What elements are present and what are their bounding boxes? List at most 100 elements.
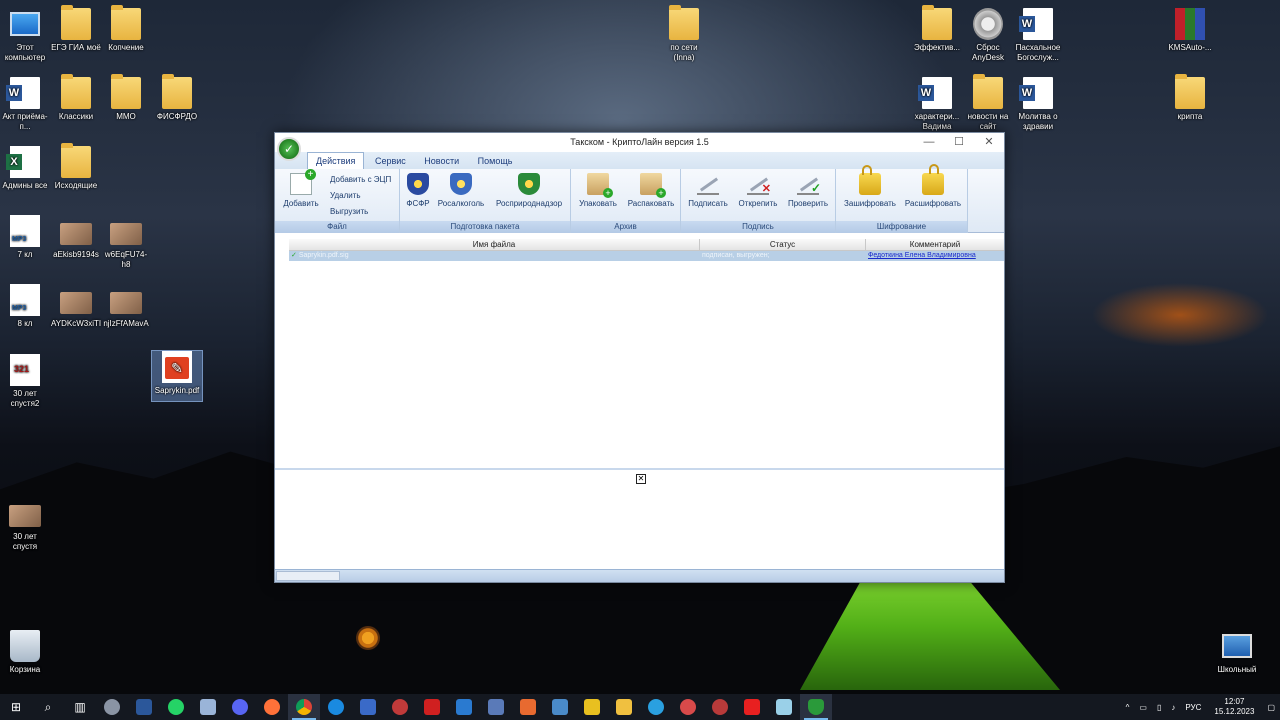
notifications-icon[interactable]: ▢ xyxy=(1267,703,1275,712)
desktop-icon-excel[interactable]: Админы все xyxy=(0,146,50,191)
desktop-icon-folder[interactable]: крипта xyxy=(1165,74,1215,122)
battery-icon[interactable]: ▯ xyxy=(1157,703,1161,712)
desktop-icon-folder[interactable]: Эффектив... xyxy=(912,5,962,53)
taskbar-app[interactable] xyxy=(480,694,512,720)
maximize-button[interactable]: ☐ xyxy=(944,133,974,152)
cell-comment-link[interactable]: Федоткина Елена Владимировна xyxy=(866,251,1004,261)
desktop-icon-image[interactable]: w6EqFU74-h8 xyxy=(101,215,151,270)
desktop-icon-word[interactable]: Пасхальное Богослуж... xyxy=(1013,8,1063,63)
desktop-icon-folder[interactable]: ФИСФРДО xyxy=(152,74,202,122)
taskbar-app[interactable] xyxy=(192,694,224,720)
desktop-icon-this-pc[interactable]: Этот компьютер xyxy=(0,8,50,63)
search-button[interactable]: ⌕ xyxy=(32,694,64,720)
taskbar-firefox[interactable] xyxy=(256,694,288,720)
taskbar-app[interactable] xyxy=(704,694,736,720)
desktop-icon-image[interactable]: AYDKcW3xiTI xyxy=(51,284,101,329)
desktop-icon-video[interactable]: 30 лет спустя2 xyxy=(0,354,50,409)
video-file-icon xyxy=(10,354,40,386)
network-icon[interactable]: ▭ xyxy=(1139,703,1147,712)
desktop-icon-folder[interactable]: ЕГЭ ГИА моё xyxy=(51,5,101,53)
unpack-button[interactable]: Распаковать xyxy=(625,173,677,208)
tab-actions[interactable]: Действия xyxy=(307,152,365,169)
desktop-icon-recycle-bin[interactable]: Корзина xyxy=(0,630,50,675)
column-header-status[interactable]: Статус xyxy=(700,239,866,250)
encrypt-button[interactable]: Зашифровать xyxy=(840,165,900,208)
close-button[interactable]: ✕ xyxy=(974,133,1004,152)
delete-button[interactable]: Удалить xyxy=(330,191,361,200)
desktop-icon-word[interactable]: Акт приёма-п... xyxy=(0,77,50,132)
start-button[interactable]: ⊞ xyxy=(0,694,32,720)
taskbar-save[interactable] xyxy=(352,694,384,720)
taskbar-app[interactable] xyxy=(384,694,416,720)
taskbar-whatsapp[interactable] xyxy=(160,694,192,720)
tab-news[interactable]: Новости xyxy=(416,153,467,170)
windows-logo-icon: ⊞ xyxy=(10,700,22,714)
firefox-icon xyxy=(264,699,280,715)
minimize-button[interactable]: — xyxy=(914,133,944,152)
taskbar-app[interactable] xyxy=(544,694,576,720)
fsfr-button[interactable]: ФСФР xyxy=(404,173,432,208)
desktop-icon-saprykin-pdf[interactable]: Saprykin.pdf xyxy=(151,350,203,402)
taskbar-app[interactable] xyxy=(768,694,800,720)
desktop-icon-word[interactable]: характери... Вадима xyxy=(912,77,962,132)
taskbar-app[interactable] xyxy=(448,694,480,720)
taskbar-chrome[interactable] xyxy=(288,694,320,720)
tab-service[interactable]: Сервис xyxy=(367,153,414,170)
desktop-icon-anydesk-reset[interactable]: Сброс AnyDesk xyxy=(963,8,1013,63)
pack-button[interactable]: Упаковать xyxy=(576,173,620,208)
desktop-icon-mp3[interactable]: 7 кл xyxy=(0,215,50,260)
decrypt-button[interactable]: Расшифровать xyxy=(902,164,964,208)
add-with-ecp-button[interactable]: Добавить с ЭЦП xyxy=(330,175,391,184)
word-doc-icon xyxy=(918,77,952,109)
rosalkogol-button[interactable]: Росалкоголь xyxy=(436,173,486,208)
verify-pen-icon xyxy=(797,173,821,195)
tray-chevron-icon[interactable]: ^ xyxy=(1126,703,1130,712)
taskbar-kriptoline[interactable] xyxy=(800,694,832,720)
unload-button[interactable]: Выгрузить xyxy=(330,207,368,216)
audio-file-icon xyxy=(10,284,40,316)
column-header-comment[interactable]: Комментарий xyxy=(866,239,1004,250)
desktop-icon-image[interactable]: aEkisb9194s xyxy=(51,215,101,260)
taskbar-app[interactable] xyxy=(672,694,704,720)
taskbar-discord[interactable] xyxy=(224,694,256,720)
discord-icon xyxy=(232,699,248,715)
kriptoline-app-icon[interactable]: ✓ xyxy=(277,137,301,161)
sign-button[interactable]: Подписать xyxy=(686,173,730,208)
taskbar-app[interactable] xyxy=(736,694,768,720)
desktop-icon-mp3[interactable]: 8 кл xyxy=(0,284,50,329)
rosprirodnadzor-button[interactable]: Росприроднадзор xyxy=(492,173,566,208)
taskbar-app[interactable] xyxy=(576,694,608,720)
desktop-icon-image[interactable]: 30 лет спустя xyxy=(0,497,50,552)
window-titlebar[interactable]: Такском - КриптоЛайн версия 1.5 — ☐ ✕ xyxy=(275,133,1004,152)
recycle-bin-icon xyxy=(10,630,40,662)
taskbar-app[interactable] xyxy=(320,694,352,720)
column-header-filename[interactable]: Имя файла xyxy=(289,239,700,250)
verify-button[interactable]: Проверить xyxy=(785,173,831,208)
taskbar-app[interactable] xyxy=(96,694,128,720)
desktop-icon-winrar[interactable]: KMSAuto-... xyxy=(1165,8,1215,53)
clock[interactable]: 12:07 15.12.2023 xyxy=(1214,697,1254,717)
language-indicator[interactable]: РУС xyxy=(1185,703,1201,712)
taskbar-rs[interactable] xyxy=(416,694,448,720)
add-button[interactable]: Добавить xyxy=(281,169,321,208)
desktop-icon-folder[interactable]: ММО xyxy=(101,74,151,122)
desktop-icon-folder[interactable]: Классики xyxy=(51,74,101,122)
taskbar-telegram[interactable] xyxy=(640,694,672,720)
excel-doc-icon xyxy=(6,146,40,178)
taskbar-word[interactable] xyxy=(128,694,160,720)
desktop-icon-folder[interactable]: Исходящие xyxy=(51,143,101,191)
task-view-button[interactable]: ▥ xyxy=(64,694,96,720)
desktop-icon-folder[interactable]: новости на сайт xyxy=(963,74,1013,132)
volume-icon[interactable]: ♪ xyxy=(1171,703,1175,712)
desktop-icon-folder[interactable]: Копчение xyxy=(101,5,151,53)
taskbar-app[interactable] xyxy=(512,694,544,720)
taskbar-explorer[interactable] xyxy=(608,694,640,720)
desktop-icon-image[interactable]: njIzFfAMavA xyxy=(101,284,151,329)
tab-help[interactable]: Помощь xyxy=(470,153,521,170)
rosprirodnadzor-emblem-icon xyxy=(518,173,540,195)
desktop-icon-network-folder[interactable]: по сети (Inna) xyxy=(659,5,709,63)
desktop-icon-school-pc[interactable]: Школьный xyxy=(1212,630,1262,675)
desktop-icon-word[interactable]: Молитва о здравии xyxy=(1013,77,1063,132)
table-row[interactable]: ✓ Saprykin.pdf.sig подписан, выгружен; Ф… xyxy=(289,251,1004,261)
unsign-button[interactable]: Открепить xyxy=(735,173,781,208)
